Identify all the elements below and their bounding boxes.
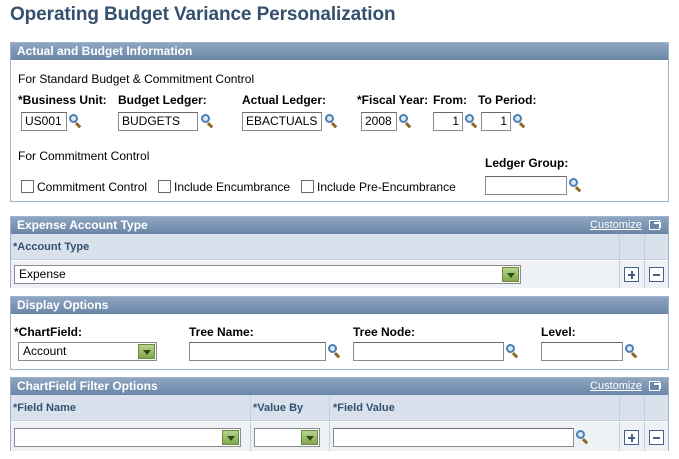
fiscal-year-lookup-icon[interactable] [398,113,413,129]
expense-customize-link[interactable]: Customize [590,217,642,234]
account-type-value: Expense [19,267,66,281]
standard-budget-note: For Standard Budget & Commitment Control [18,72,255,86]
from-period-lookup-icon[interactable] [464,113,479,129]
business-unit-input[interactable]: US001 [21,112,67,131]
add-row-icon[interactable] [624,267,639,282]
grid-divider [250,395,251,451]
grid-divider [644,234,645,288]
expense-account-title: Expense Account Type [17,218,148,232]
field-name-column-label: *Field Name [13,402,76,414]
filter-options-section: ChartField Filter Options Customize *Fie… [10,377,669,451]
field-value-lookup-icon[interactable] [575,429,590,445]
budget-ledger-lookup-icon[interactable] [200,113,215,129]
tree-node-lookup-icon[interactable] [505,343,520,359]
dropdown-arrow-icon[interactable] [222,430,239,445]
value-by-column-label: *Value By [253,402,304,414]
to-period-input[interactable]: 1 [481,112,511,131]
grid-divider [329,395,330,451]
tree-node-label: Tree Node: [353,325,416,339]
ledger-group-lookup-icon[interactable] [568,177,583,193]
chartfield-value: Account [23,344,67,358]
expense-account-header: Expense Account Type Customize [11,217,668,234]
chartfield-label: *ChartField: [14,325,83,339]
display-options-header: Display Options [11,297,668,314]
grid-divider [619,395,620,451]
fiscal-year-input[interactable]: 2008 [361,112,397,131]
commitment-control-note: For Commitment Control [18,149,150,163]
level-input[interactable] [541,342,623,361]
value-by-select[interactable] [254,428,320,447]
display-options-section: Display Options *ChartField: Tree Name: … [10,296,669,370]
account-type-header-row: *Account Type [11,234,668,260]
tree-name-lookup-icon[interactable] [327,343,342,359]
business-unit-label: *Business Unit: [18,93,107,107]
new-window-icon[interactable] [649,220,661,230]
commitment-control-checkbox[interactable] [21,180,34,193]
filter-header-row: *Field Name *Value By *Field Value [11,395,668,421]
new-window-icon[interactable] [649,381,661,391]
include-encumbrance-checkbox[interactable] [158,180,171,193]
account-type-select[interactable]: Expense [14,265,521,284]
field-name-select[interactable] [14,428,241,447]
filter-options-title: ChartField Filter Options [17,379,158,393]
include-pre-encumbrance-label: Include Pre-Encumbrance [317,180,456,194]
filter-options-header: ChartField Filter Options Customize [11,378,668,395]
from-period-input[interactable]: 1 [433,112,463,131]
account-type-column-label: *Account Type [13,241,90,253]
add-row-icon[interactable] [624,430,639,445]
from-period-label: From: [433,93,467,107]
expense-account-section: Expense Account Type Customize *Account … [10,216,669,288]
grid-divider [644,395,645,451]
to-period-lookup-icon[interactable] [512,113,527,129]
actual-ledger-label: Actual Ledger: [242,93,327,107]
tree-node-input[interactable] [353,342,504,361]
actual-ledger-lookup-icon[interactable] [324,113,339,129]
actual-ledger-input[interactable]: EBACTUALS [242,112,322,131]
dropdown-arrow-icon[interactable] [138,344,155,359]
actual-budget-section: Actual and Budget Information For Standa… [10,42,669,202]
budget-ledger-input[interactable]: BUDGETS [118,112,198,131]
field-value-input[interactable] [333,428,574,447]
filter-customize-link[interactable]: Customize [590,378,642,395]
dropdown-arrow-icon[interactable] [301,430,318,445]
to-period-label: To Period: [478,93,537,107]
fiscal-year-label: *Fiscal Year: [357,93,429,107]
ledger-group-input[interactable] [485,176,567,195]
dropdown-arrow-icon[interactable] [502,267,519,282]
tree-name-input[interactable] [189,342,326,361]
tree-name-label: Tree Name: [189,325,254,339]
include-encumbrance-label: Include Encumbrance [174,180,291,194]
commitment-control-label: Commitment Control [37,180,148,194]
include-pre-encumbrance-checkbox[interactable] [301,180,314,193]
grid-divider [619,234,620,288]
actual-budget-header: Actual and Budget Information [11,43,668,60]
business-unit-lookup-icon[interactable] [68,113,83,129]
level-lookup-icon[interactable] [624,343,639,359]
delete-row-icon[interactable] [649,267,664,282]
field-value-column-label: *Field Value [333,402,395,414]
budget-ledger-label: Budget Ledger: [118,93,207,107]
delete-row-icon[interactable] [649,430,664,445]
page-title: Operating Budget Variance Personalizatio… [10,4,396,25]
level-label: Level: [541,325,576,339]
ledger-group-label: Ledger Group: [485,156,569,170]
chartfield-select[interactable]: Account [18,342,157,361]
